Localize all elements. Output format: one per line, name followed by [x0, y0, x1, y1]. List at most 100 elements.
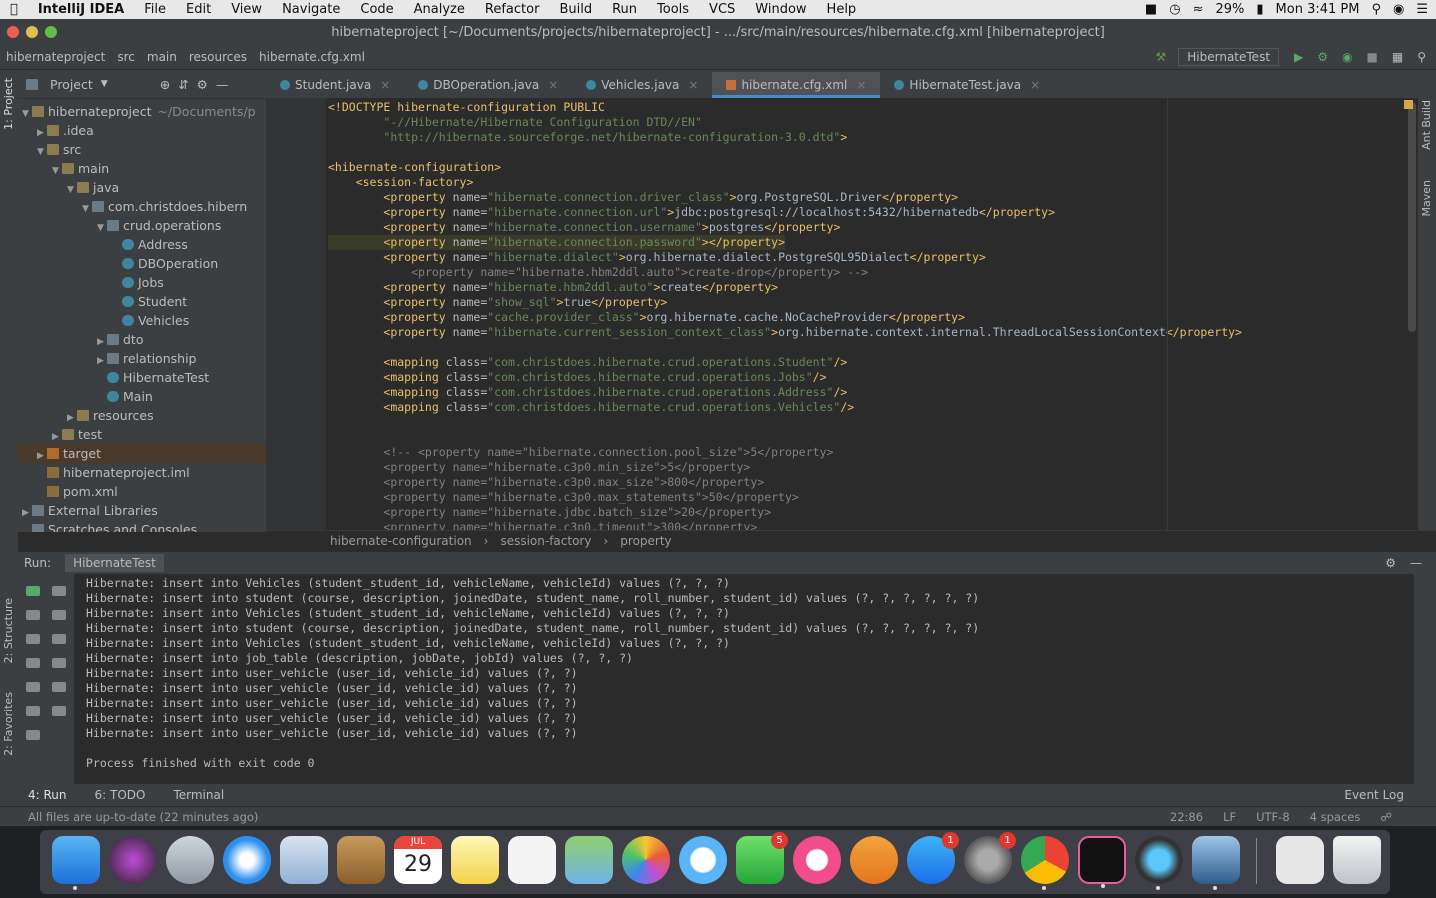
- pause-icon[interactable]: [26, 634, 40, 644]
- code-line[interactable]: <property name="hibernate.connection.use…: [328, 220, 840, 235]
- books-icon[interactable]: [850, 836, 898, 884]
- intellij-idea-icon[interactable]: [1078, 836, 1126, 888]
- code-line[interactable]: <property name="hibernate.hbm2ddl.auto">…: [328, 280, 778, 295]
- downloads-stack-icon[interactable]: [1276, 836, 1324, 884]
- tree-item[interactable]: hibernateproject.iml: [18, 463, 266, 482]
- project-view-selector[interactable]: Project: [50, 77, 93, 92]
- run-config-tab[interactable]: HibernateTest: [65, 554, 164, 572]
- nav-crumb-file[interactable]: hibernate.cfg.xml: [253, 50, 371, 64]
- dump-threads-icon[interactable]: [26, 658, 40, 668]
- scroll-up-icon[interactable]: [52, 586, 66, 596]
- close-tab-icon[interactable]: ×: [688, 78, 698, 92]
- file-encoding[interactable]: UTF-8: [1256, 810, 1290, 824]
- editor-tab[interactable]: hibernate.cfg.xml ×: [712, 72, 881, 98]
- battery-icon[interactable]: ▮: [1256, 2, 1263, 17]
- close-tab-icon[interactable]: ×: [856, 78, 866, 92]
- clock[interactable]: Mon 3:41 PM: [1276, 2, 1360, 17]
- time-machine-icon[interactable]: ◷: [1169, 2, 1180, 17]
- tree-item[interactable]: Vehicles: [18, 311, 266, 330]
- editor-scrollbar-thumb[interactable]: [1408, 102, 1416, 332]
- editor-tab[interactable]: HibernateTest.java ×: [880, 78, 1054, 98]
- tree-item[interactable]: Main: [18, 387, 266, 406]
- coverage-icon[interactable]: ◉: [1342, 50, 1352, 64]
- finder-icon[interactable]: [52, 836, 100, 890]
- project-tool-button[interactable]: 1: Project: [2, 78, 15, 130]
- code-line[interactable]: <property name="hibernate.connection.url…: [328, 205, 1055, 220]
- messages-icon[interactable]: [679, 836, 727, 884]
- scroll-to-end-icon[interactable]: [52, 658, 66, 668]
- code-line[interactable]: <!-- <property name="hibernate.connectio…: [328, 445, 833, 460]
- code-line[interactable]: <hibernate-configuration>: [328, 160, 501, 175]
- favorites-tool-button[interactable]: 2: Favorites: [2, 692, 15, 756]
- tree-item[interactable]: ▼ src: [18, 140, 266, 159]
- trash-icon[interactable]: [1333, 836, 1381, 884]
- menu-run[interactable]: Run: [602, 2, 647, 17]
- notification-center-icon[interactable]: ☰: [1416, 2, 1428, 17]
- console-scrollbar[interactable]: [1414, 574, 1436, 784]
- code-line[interactable]: "-//Hibernate/Hibernate Configuration DT…: [328, 115, 702, 130]
- caret-position[interactable]: 22:86: [1170, 810, 1203, 824]
- code-line[interactable]: <mapping class="com.christdoes.hibernate…: [328, 400, 854, 415]
- siri-icon[interactable]: ◉: [1393, 2, 1404, 17]
- menu-code[interactable]: Code: [350, 2, 403, 17]
- spotlight-search-icon[interactable]: ⚲: [1371, 2, 1381, 17]
- editor-tab[interactable]: Student.java ×: [266, 78, 404, 98]
- inspection-status-icon[interactable]: [1404, 100, 1413, 109]
- lock-icon[interactable]: ☍: [1380, 810, 1392, 824]
- clear-all-icon[interactable]: [52, 706, 66, 716]
- chevron-down-icon[interactable]: ▼: [101, 79, 108, 89]
- quicktime-icon[interactable]: [1135, 836, 1183, 890]
- build-hammer-icon[interactable]: ⚒: [1156, 50, 1167, 64]
- stop-icon[interactable]: ■: [1367, 50, 1378, 64]
- menu-build[interactable]: Build: [549, 2, 602, 17]
- scroll-down-icon[interactable]: [52, 610, 66, 620]
- run-config-selector[interactable]: HibernateTest: [1178, 48, 1280, 66]
- nav-crumb-resources[interactable]: resources: [183, 50, 253, 64]
- close-icon[interactable]: [26, 730, 40, 740]
- settings-icon[interactable]: [26, 682, 40, 692]
- tree-item[interactable]: Jobs: [18, 273, 266, 292]
- mail-icon[interactable]: [280, 836, 328, 884]
- gear-icon[interactable]: ⚙: [197, 77, 208, 92]
- code-line[interactable]: <mapping class="com.christdoes.hibernate…: [328, 370, 826, 385]
- close-tab-icon[interactable]: ×: [380, 78, 390, 92]
- code-editor[interactable]: <!DOCTYPE hibernate-configuration PUBLIC…: [326, 98, 1406, 530]
- elephant-icon[interactable]: ■: [1145, 2, 1157, 17]
- code-line[interactable]: <property name="hibernate.connection.pas…: [328, 235, 785, 250]
- ant-build-tool-button[interactable]: Ant Build: [1420, 100, 1433, 150]
- tree-item[interactable]: ▶ dto: [18, 330, 266, 349]
- menu-edit[interactable]: Edit: [176, 2, 221, 17]
- safari-icon[interactable]: [223, 836, 271, 884]
- hide-panel-icon[interactable]: —: [216, 77, 229, 92]
- maven-tool-button[interactable]: Maven: [1420, 180, 1433, 216]
- code-line[interactable]: <!DOCTYPE hibernate-configuration PUBLIC: [328, 100, 605, 115]
- code-line[interactable]: "http://hibernate.sourceforge.net/hibern…: [328, 130, 847, 145]
- menu-help[interactable]: Help: [817, 2, 867, 17]
- tree-item[interactable]: ▶ test: [18, 425, 266, 444]
- app-store-icon[interactable]: 1: [907, 832, 959, 884]
- project-structure-icon[interactable]: ▦: [1392, 50, 1403, 64]
- debug-icon[interactable]: ⚙: [1317, 50, 1328, 64]
- tree-item[interactable]: ▶ .idea: [18, 121, 266, 140]
- stop-icon[interactable]: [26, 610, 40, 620]
- menu-refactor[interactable]: Refactor: [475, 2, 550, 17]
- run-console[interactable]: Hibernate: insert into Vehicles (student…: [74, 574, 1414, 784]
- status-message[interactable]: All files are up-to-date (22 minutes ago…: [0, 810, 258, 824]
- collapse-all-icon[interactable]: ⇵: [178, 77, 188, 92]
- indent-setting[interactable]: 4 spaces: [1310, 810, 1361, 824]
- tree-item[interactable]: ▼ com.christdoes.hibern: [18, 197, 266, 216]
- structure-tool-button[interactable]: 2: Structure: [2, 598, 15, 663]
- system-preferences-icon[interactable]: 1: [964, 832, 1016, 884]
- hide-panel-icon[interactable]: —: [1410, 556, 1422, 570]
- contacts-icon[interactable]: [337, 836, 385, 884]
- siri-icon[interactable]: [109, 836, 157, 884]
- tree-item[interactable]: ▶ target: [18, 444, 266, 463]
- breadcrumb-session-factory[interactable]: session-factory: [500, 534, 591, 548]
- code-line[interactable]: <property name="hibernate.dialect">org.h…: [328, 250, 985, 265]
- soft-wrap-icon[interactable]: [52, 634, 66, 644]
- run-tool-tab[interactable]: 4: Run: [28, 788, 67, 802]
- locate-target-icon[interactable]: ⊕: [160, 77, 170, 92]
- code-line[interactable]: <property name="hibernate.jdbc.batch_siz…: [328, 505, 771, 520]
- code-line[interactable]: <property name="hibernate.hbm2ddl.auto">…: [328, 265, 868, 280]
- chrome-icon[interactable]: [1021, 836, 1069, 890]
